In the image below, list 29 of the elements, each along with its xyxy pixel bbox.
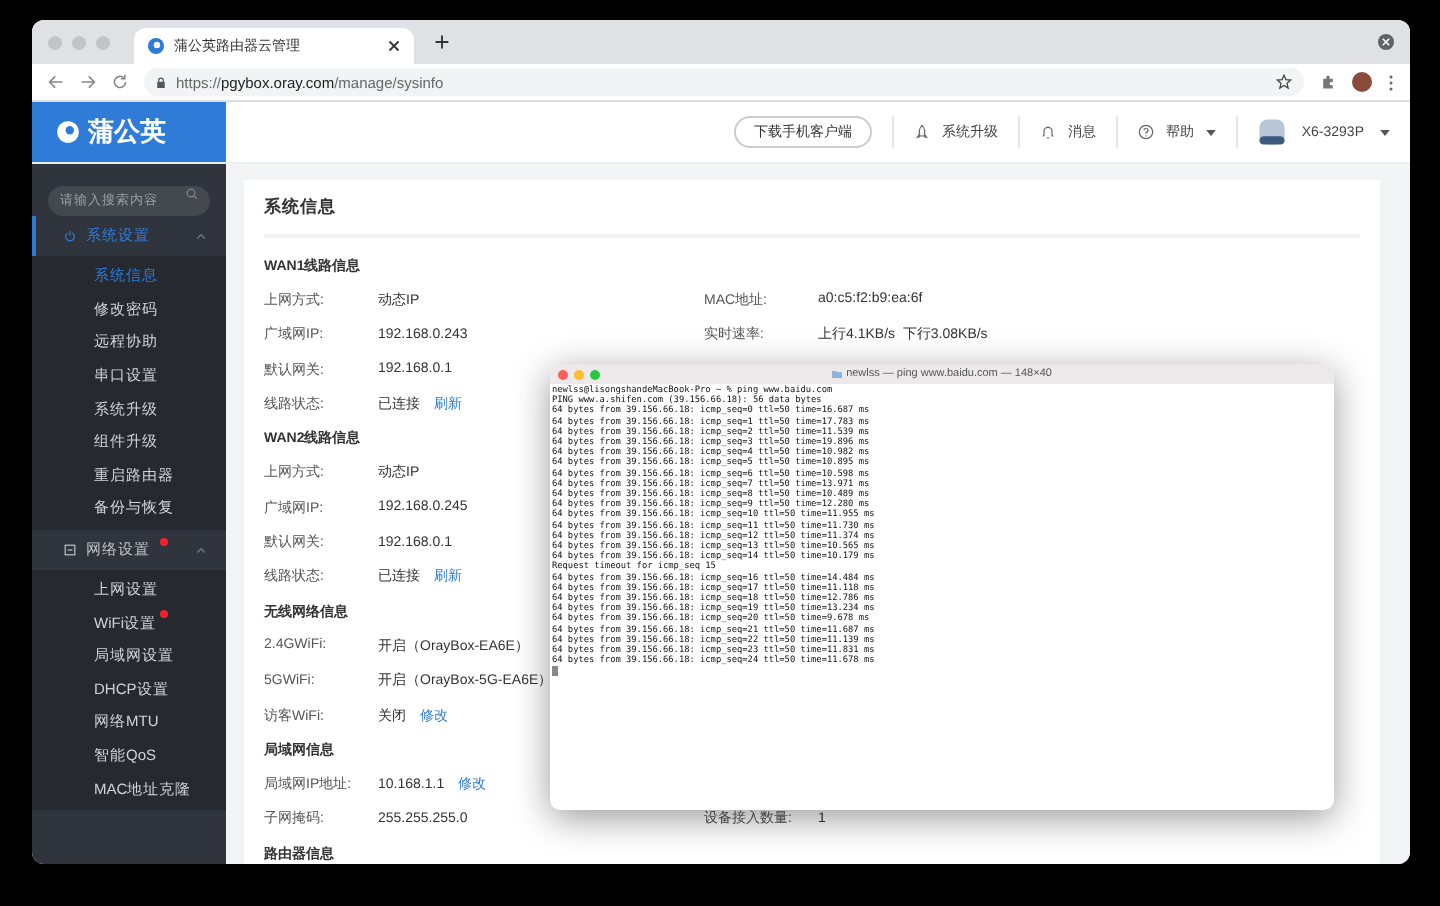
lock-icon <box>156 75 166 89</box>
tab-menu-icon[interactable] <box>1378 34 1394 50</box>
site-logo-icon <box>148 38 164 54</box>
help-icon <box>1137 124 1154 140</box>
rocket-icon <box>913 124 930 140</box>
back-arrow-icon[interactable] <box>48 74 64 90</box>
notification-dot <box>160 537 168 546</box>
page-title: 系统信息 <box>264 180 1360 238</box>
forward-arrow-icon[interactable] <box>80 74 96 90</box>
puzzle-icon[interactable] <box>1320 74 1336 90</box>
close-icon[interactable] <box>388 40 400 52</box>
square-icon <box>64 543 76 556</box>
logo-icon <box>56 120 80 144</box>
cursor <box>552 666 557 677</box>
search-icon <box>186 187 198 199</box>
router-icon <box>1257 118 1286 146</box>
reload-icon[interactable] <box>112 74 128 90</box>
caret-icon <box>1205 129 1216 135</box>
power-icon <box>64 230 76 242</box>
chevron-icon <box>196 232 206 240</box>
caret-icon <box>1380 129 1390 135</box>
logo[interactable]: 蒲公英 <box>32 102 226 162</box>
folder-icon <box>832 370 843 378</box>
profile-avatar[interactable] <box>1352 72 1372 92</box>
notification-dot <box>160 610 168 619</box>
new-tab-icon[interactable] <box>434 34 450 50</box>
menu-icon[interactable] <box>1388 73 1394 91</box>
bookmark-star-icon[interactable] <box>1276 74 1292 90</box>
chevron-icon <box>196 545 206 554</box>
